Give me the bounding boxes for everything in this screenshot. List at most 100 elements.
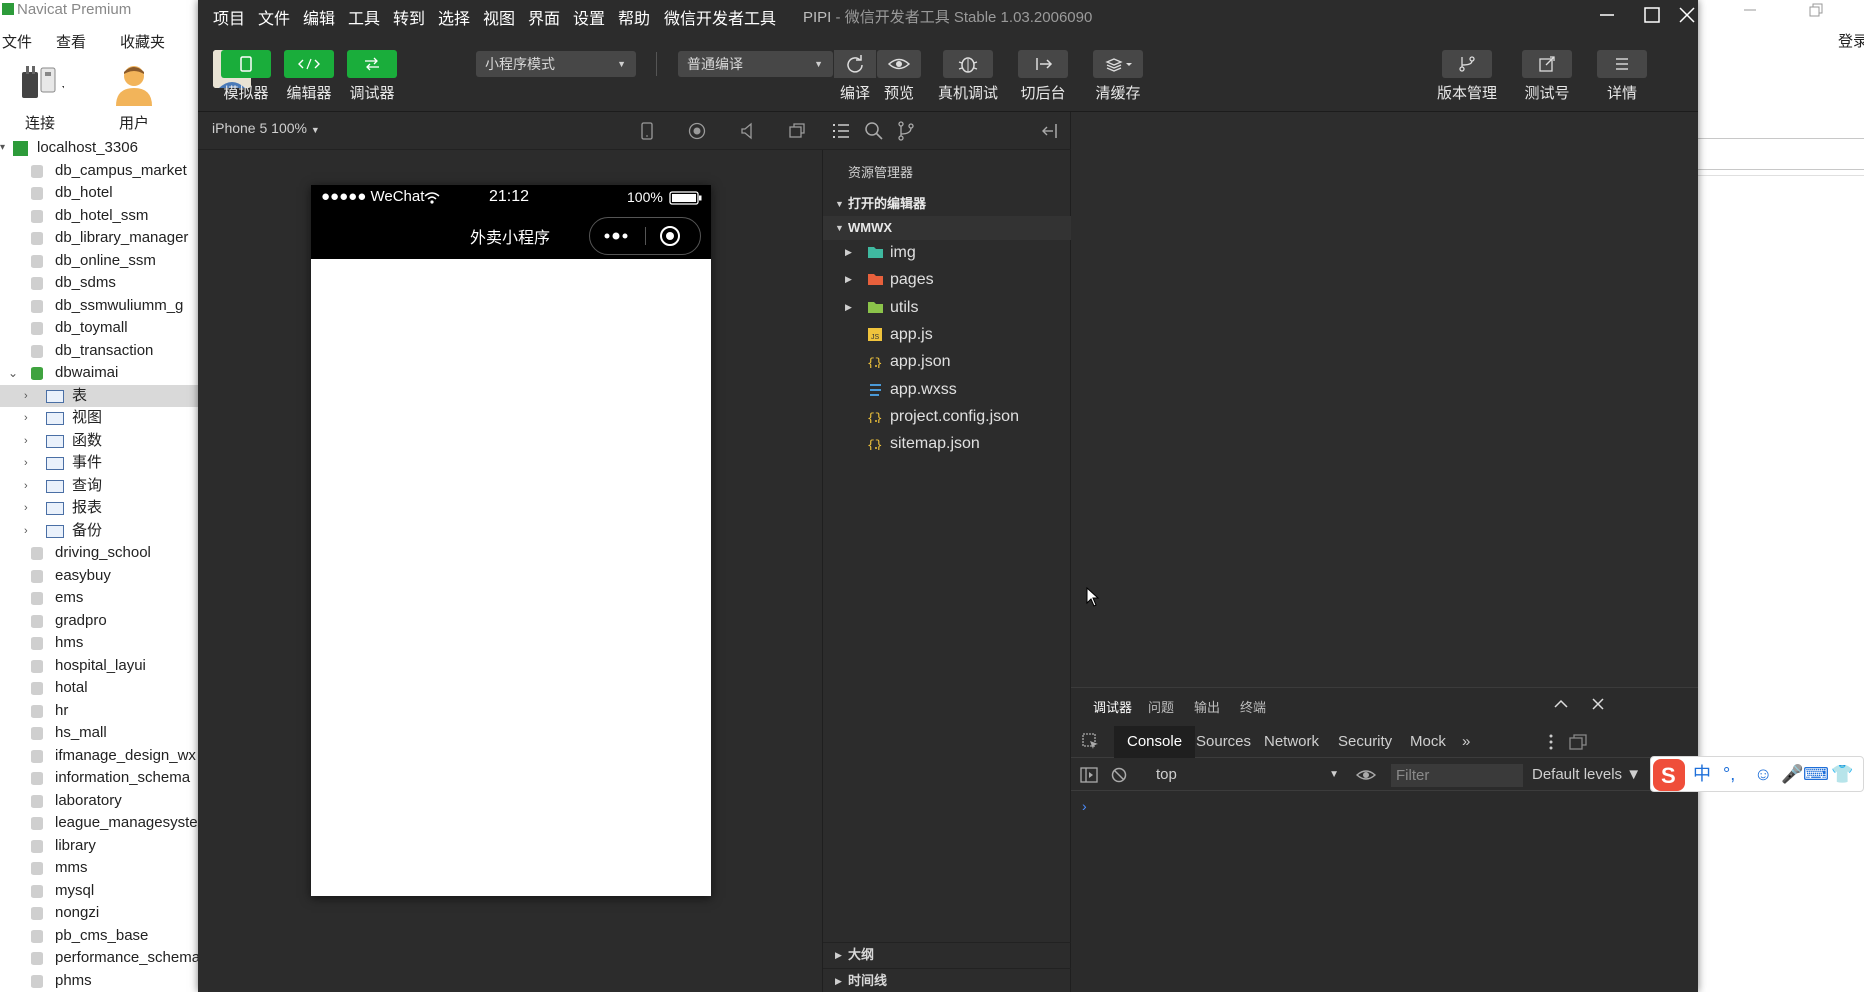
navicat-login-link[interactable]: 登录 xyxy=(1838,30,1864,51)
navicat-menu-view[interactable]: 查看 xyxy=(56,31,86,52)
inspect-element-button[interactable] xyxy=(1081,732,1101,752)
debugger-toggle-button[interactable] xyxy=(347,50,397,78)
close-miniprogram-icon[interactable] xyxy=(659,225,681,247)
tree-database[interactable]: db_ssmwuliumm_g xyxy=(0,295,198,317)
menu-goto[interactable]: 转到 xyxy=(393,5,425,29)
tree-database[interactable]: db_library_manager xyxy=(0,227,198,249)
editor-toggle-button[interactable] xyxy=(284,50,334,78)
tree-database[interactable]: gradpro xyxy=(0,610,198,632)
menu-interface[interactable]: 界面 xyxy=(528,5,560,29)
tree-database[interactable]: hotal xyxy=(0,677,198,699)
tree-object-folder[interactable]: › 视图 xyxy=(0,407,198,429)
tree-database[interactable]: laboratory xyxy=(0,790,198,812)
tree-database[interactable]: ifmanage_design_wx xyxy=(0,745,198,767)
navicat-restore-button[interactable] xyxy=(1808,0,1824,22)
details-button[interactable] xyxy=(1597,50,1647,78)
open-editors-section[interactable]: ▼ 打开的编辑器 xyxy=(823,192,1071,216)
record-button[interactable] xyxy=(686,120,708,142)
ime-chinese-mode[interactable]: 中 xyxy=(1693,763,1711,785)
outline-section[interactable]: ▶ 大纲 xyxy=(823,942,1071,966)
tree-object-folder[interactable]: › 函数 xyxy=(0,430,198,452)
navicat-search-field[interactable] xyxy=(1697,138,1864,170)
more-tabs-button[interactable]: » xyxy=(1449,726,1483,758)
tree-database[interactable]: db_transaction xyxy=(0,340,198,362)
source-control-tab[interactable] xyxy=(895,120,917,142)
version-control-button[interactable] xyxy=(1442,50,1492,78)
preview-button[interactable] xyxy=(877,50,921,78)
console-prompt[interactable]: › xyxy=(1082,798,1087,814)
folder-item[interactable]: ▶ utils xyxy=(823,294,1071,321)
remote-debug-button[interactable] xyxy=(943,50,993,78)
folder-item[interactable]: ▶ img xyxy=(823,239,1071,266)
clear-cache-button[interactable] xyxy=(1093,50,1143,78)
tree-database[interactable]: driving_school xyxy=(0,542,198,564)
tab-problems[interactable]: 问题 xyxy=(1148,697,1174,716)
live-expression-button[interactable] xyxy=(1355,766,1377,784)
more-dots-icon[interactable] xyxy=(602,228,632,244)
menu-edit[interactable]: 编辑 xyxy=(303,5,335,29)
tree-database[interactable]: ems xyxy=(0,587,198,609)
tree-database[interactable]: mms xyxy=(0,857,198,879)
log-levels-select[interactable]: Default levels ▼ xyxy=(1532,764,1641,786)
ime-voice[interactable]: 🎤 xyxy=(1781,763,1803,785)
console-filter-input[interactable] xyxy=(1391,764,1523,787)
tree-object-folder[interactable]: › 查询 xyxy=(0,475,198,497)
navicat-minimize-button[interactable] xyxy=(1742,0,1758,22)
minimize-button[interactable] xyxy=(1587,2,1627,28)
tree-database[interactable]: easybuy xyxy=(0,565,198,587)
tree-database[interactable]: db_campus_market xyxy=(0,160,198,182)
editor-area[interactable] xyxy=(1071,112,1698,687)
tree-connection[interactable]: ▾ localhost_3306 xyxy=(0,137,198,159)
navicat-user-button[interactable]: 用户 xyxy=(110,62,158,132)
tree-object-folder[interactable]: › 表 xyxy=(0,384,198,407)
ime-keyboard[interactable]: ⌨ xyxy=(1803,763,1829,785)
menu-project[interactable]: 项目 xyxy=(213,5,245,29)
simulator-toggle-button[interactable] xyxy=(221,50,271,78)
menu-wechat-devtools[interactable]: 微信开发者工具 xyxy=(664,5,776,29)
mode-select[interactable]: 小程序模式 ▼ xyxy=(476,51,636,77)
switch-background-button[interactable] xyxy=(1018,50,1068,78)
tree-database[interactable]: db_toymall xyxy=(0,317,198,339)
navicat-menu-file[interactable]: 文件 xyxy=(2,31,32,52)
file-item[interactable]: {} app.json xyxy=(823,348,1071,375)
clear-console-button[interactable] xyxy=(1109,766,1129,784)
tree-database[interactable]: hms xyxy=(0,632,198,654)
tree-database[interactable]: league_managesystem xyxy=(0,812,198,834)
tree-database-open[interactable]: ⌄ dbwaimai xyxy=(0,362,198,384)
ime-skin[interactable]: 👕 xyxy=(1831,763,1853,785)
tree-database[interactable]: hs_mall xyxy=(0,722,198,744)
search-tab[interactable] xyxy=(863,120,885,142)
collapse-panel-button[interactable] xyxy=(1039,120,1061,142)
maximize-button[interactable] xyxy=(1632,2,1672,28)
context-select[interactable]: top ▼ xyxy=(1151,764,1343,786)
ime-punctuation[interactable]: °, xyxy=(1723,763,1735,785)
navicat-connect-button[interactable]: 连接 xyxy=(16,62,72,132)
tree-database[interactable]: db_hotel_ssm xyxy=(0,205,198,227)
file-item[interactable]: {} project.config.json xyxy=(823,403,1071,430)
file-item[interactable]: app.wxss xyxy=(823,376,1071,403)
tree-database[interactable]: hr xyxy=(0,700,198,722)
menu-settings[interactable]: 设置 xyxy=(573,5,605,29)
tree-database[interactable]: library xyxy=(0,835,198,857)
close-panel-button[interactable] xyxy=(1588,694,1608,714)
folder-item[interactable]: ▶ pages xyxy=(823,266,1071,293)
mute-button[interactable] xyxy=(736,120,758,142)
detach-simulator-button[interactable] xyxy=(786,120,808,142)
project-root-section[interactable]: ▼ WMWX xyxy=(823,216,1071,240)
tree-database[interactable]: nongzi xyxy=(0,902,198,924)
devtools-menu-button[interactable] xyxy=(1541,732,1561,752)
menu-help[interactable]: 帮助 xyxy=(618,5,650,29)
compile-mode-select[interactable]: 普通编译 ▼ xyxy=(678,51,833,77)
tree-database[interactable]: performance_schema xyxy=(0,947,198,969)
tab-output[interactable]: 输出 xyxy=(1194,697,1220,716)
explorer-tab[interactable] xyxy=(831,120,853,142)
test-account-button[interactable] xyxy=(1522,50,1572,78)
menu-tools[interactable]: 工具 xyxy=(348,5,380,29)
device-select[interactable]: iPhone 5 100% ▼ xyxy=(212,120,320,136)
rotate-device-button[interactable] xyxy=(636,120,658,142)
ime-emoji[interactable]: ☺ xyxy=(1754,763,1772,785)
tree-database[interactable]: pb_cms_base xyxy=(0,925,198,947)
close-button[interactable] xyxy=(1676,2,1698,28)
tree-database[interactable]: phms xyxy=(0,970,198,992)
show-sidebar-button[interactable] xyxy=(1079,766,1099,784)
